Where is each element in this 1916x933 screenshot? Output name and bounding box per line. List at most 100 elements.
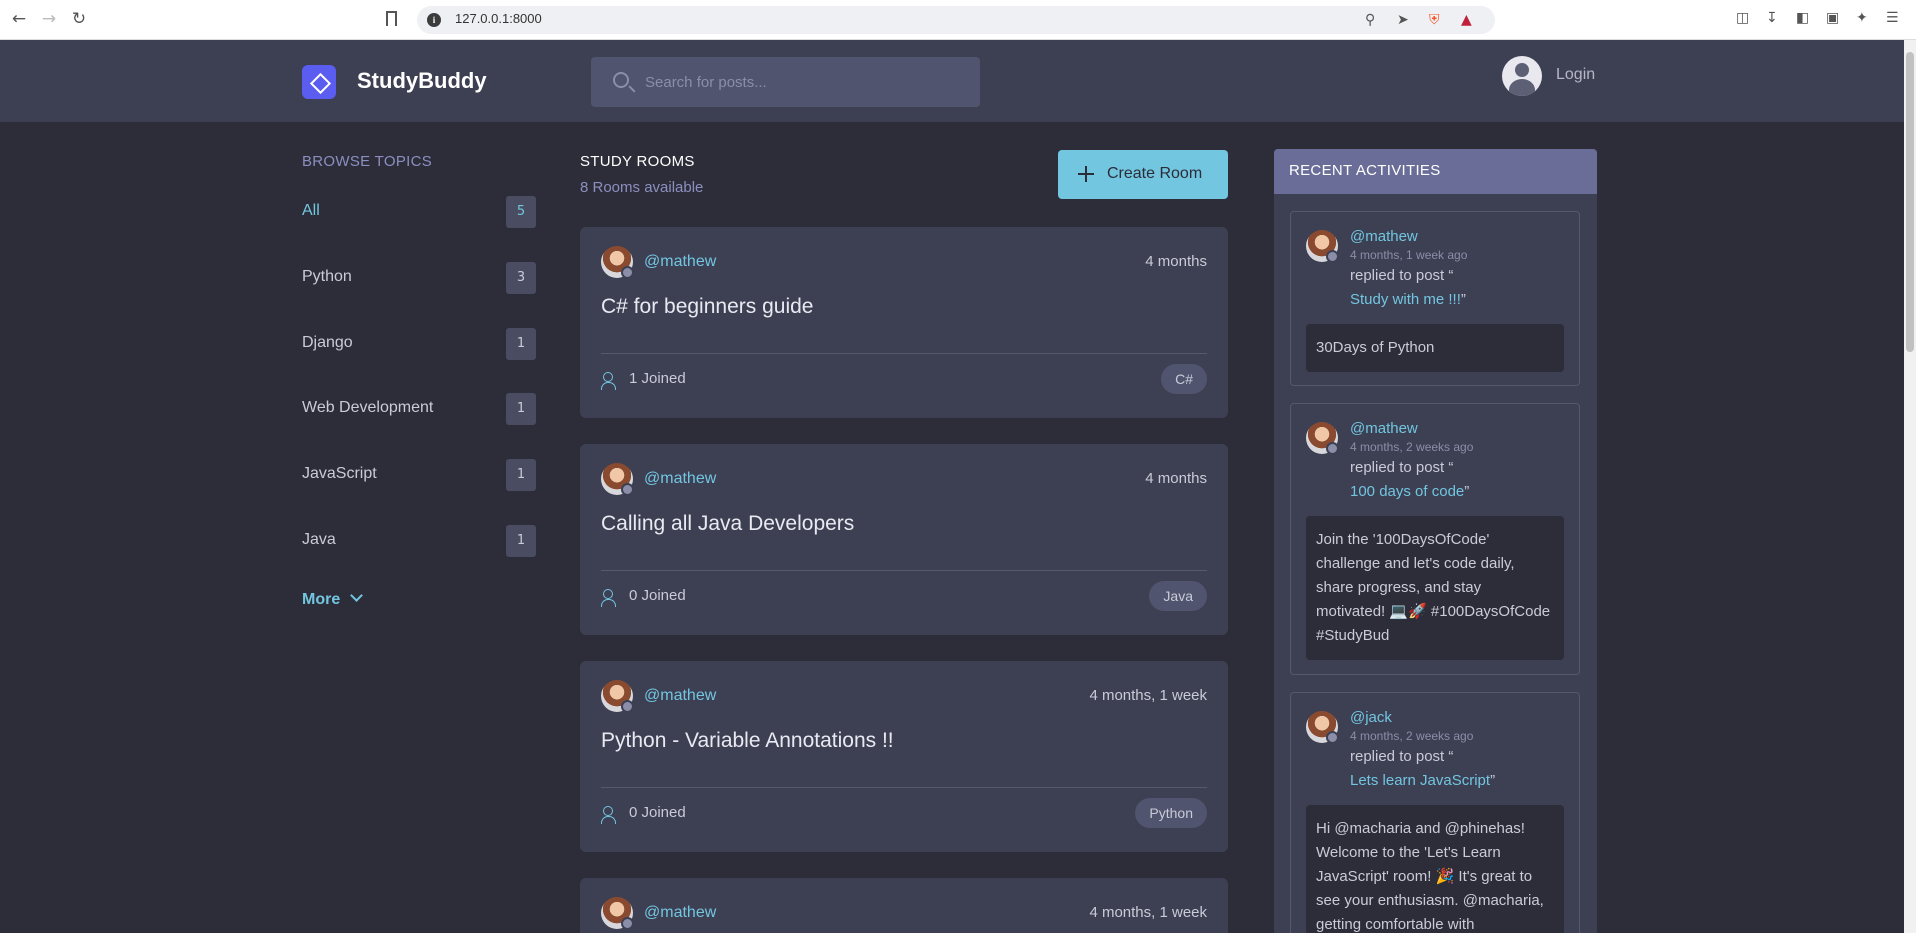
login-link[interactable]: Login [1556,66,1595,84]
room-time: 4 months [1145,253,1207,270]
room-time: 4 months [1145,470,1207,487]
topic-item-web-development[interactable]: Web Development 1 [302,393,536,425]
browse-topics-heading: BROWSE TOPICS [302,153,433,170]
post-link[interactable]: Study with me !!! [1350,291,1461,308]
back-icon[interactable]: ← [8,8,30,30]
brand-name[interactable]: StudyBuddy [357,68,487,94]
topic-item-all[interactable]: All 5 [302,196,536,228]
topic-tag[interactable]: Java [1149,581,1207,611]
topic-item-python[interactable]: Python 3 [302,262,536,294]
user-avatar[interactable] [1306,230,1339,263]
user-avatar[interactable] [1306,422,1339,455]
brave-shields-icon[interactable]: ⛨ [1429,12,1440,28]
sidebar-icon[interactable]: ◧ [1796,10,1809,26]
host-avatar[interactable] [601,680,634,713]
forward-icon[interactable]: → [38,8,60,30]
people-icon [601,589,621,607]
close-quote: ” [1490,772,1496,789]
room-time: 4 months, 1 week [1089,687,1207,704]
topic-item-javascript[interactable]: JavaScript 1 [302,459,536,491]
joined-count: 1 Joined [629,370,686,387]
scrollbar-thumb[interactable] [1906,52,1914,352]
topic-tag[interactable]: Python [1135,798,1207,828]
room-host[interactable]: @mathew [644,904,716,922]
activity-verb: replied to post “ [1350,459,1454,476]
room-host[interactable]: @mathew [644,253,716,271]
topic-label: Django [302,334,353,351]
post-link[interactable]: Lets learn JavaScript [1350,772,1490,789]
more-topics-button[interactable]: More [302,589,364,609]
activity-user[interactable]: @mathew [1350,420,1418,437]
room-host[interactable]: @mathew [644,687,716,705]
downloads-icon[interactable]: ↧ [1766,10,1778,26]
topic-label: Java [302,531,336,548]
activity-item: @mathew 4 months, 2 weeks ago replied to… [1290,403,1580,675]
close-quote: ” [1460,291,1466,308]
zoom-icon[interactable]: ⚲ [1365,12,1375,28]
room-title[interactable]: Python - Variable Annotations !! [601,729,894,753]
browser-toolbar: ← → ↻ i 127.0.0.1:8000 ⚲ ➤ ⛨ ▲ ◫ ↧ ◧ ▣ ✦… [0,0,1916,40]
activity-user[interactable]: @jack [1350,709,1392,726]
reload-icon[interactable]: ↻ [68,8,90,30]
post-link[interactable]: 100 days of code [1350,483,1464,500]
chevron-down-icon [350,589,364,602]
app-header: StudyBuddy Login [0,40,1904,122]
share-icon[interactable]: ➤ [1397,12,1409,28]
topic-count: 1 [506,393,536,425]
host-avatar[interactable] [601,897,634,930]
rewards-icon[interactable]: ▲ [1461,12,1472,28]
address-bar[interactable]: i 127.0.0.1:8000 ⚲ ➤ ⛨ ▲ [417,6,1495,34]
extensions-icon[interactable]: ◫ [1736,10,1749,26]
activity-message: Join the '100DaysOfCode' challenge and l… [1306,516,1564,660]
leo-ai-icon[interactable]: ✦ [1856,10,1868,26]
activity-user[interactable]: @mathew [1350,228,1418,245]
activity-verb: replied to post “ [1350,267,1454,284]
wallet-icon[interactable]: ▣ [1826,10,1839,26]
activity-time: 4 months, 2 weeks ago [1350,729,1474,743]
host-avatar[interactable] [601,463,634,496]
close-quote: ” [1464,483,1470,500]
room-time: 4 months, 1 week [1089,904,1207,921]
create-room-label: Create Room [1107,165,1203,182]
study-rooms-heading: STUDY ROOMS [580,153,695,170]
room-card[interactable]: @mathew 4 months C# for beginners guide … [580,227,1228,418]
activities-header: RECENT ACTIVITIES [1274,149,1597,194]
divider [601,353,1207,354]
room-title[interactable]: Calling all Java Developers [601,512,854,536]
activity-post: Lets learn JavaScript” [1350,772,1495,789]
search-input[interactable] [645,69,965,95]
room-title[interactable]: C# for beginners guide [601,295,813,319]
topic-count: 1 [506,525,536,557]
topic-label: All [302,202,320,219]
room-card[interactable]: @mathew 4 months, 1 week Python - Variab… [580,661,1228,852]
activity-time: 4 months, 1 week ago [1350,248,1468,262]
activity-message: Hi @macharia and @phinehas! Welcome to t… [1306,805,1564,933]
room-card[interactable]: @mathew 4 months, 1 week [580,878,1228,933]
menu-icon[interactable]: ☰ [1886,10,1899,26]
activity-post: 100 days of code” [1350,483,1469,500]
search-box[interactable] [591,57,980,107]
create-room-button[interactable]: Create Room [1058,150,1228,199]
activity-time: 4 months, 2 weeks ago [1350,440,1474,454]
host-avatar[interactable] [601,246,634,279]
search-icon [613,72,629,88]
activity-verb: replied to post “ [1350,748,1454,765]
topic-item-django[interactable]: Django 1 [302,328,536,360]
site-info-icon[interactable]: i [427,13,441,27]
more-label: More [302,591,341,608]
room-card[interactable]: @mathew 4 months Calling all Java Develo… [580,444,1228,635]
topic-tag[interactable]: C# [1161,364,1207,394]
people-icon [601,372,621,390]
user-avatar-icon[interactable] [1502,56,1542,96]
topic-item-java[interactable]: Java 1 [302,525,536,557]
logo-icon[interactable] [302,65,336,99]
activity-item: @mathew 4 months, 1 week ago replied to … [1290,211,1580,386]
recent-activities-panel: RECENT ACTIVITIES @mathew 4 months, 1 we… [1274,149,1597,933]
url-text[interactable]: 127.0.0.1:8000 [455,11,542,26]
room-host[interactable]: @mathew [644,470,716,488]
bookmark-icon[interactable] [386,11,397,26]
user-avatar[interactable] [1306,711,1339,744]
topic-label: JavaScript [302,465,377,482]
topic-count: 1 [506,328,536,360]
page-scrollbar[interactable] [1904,40,1916,933]
